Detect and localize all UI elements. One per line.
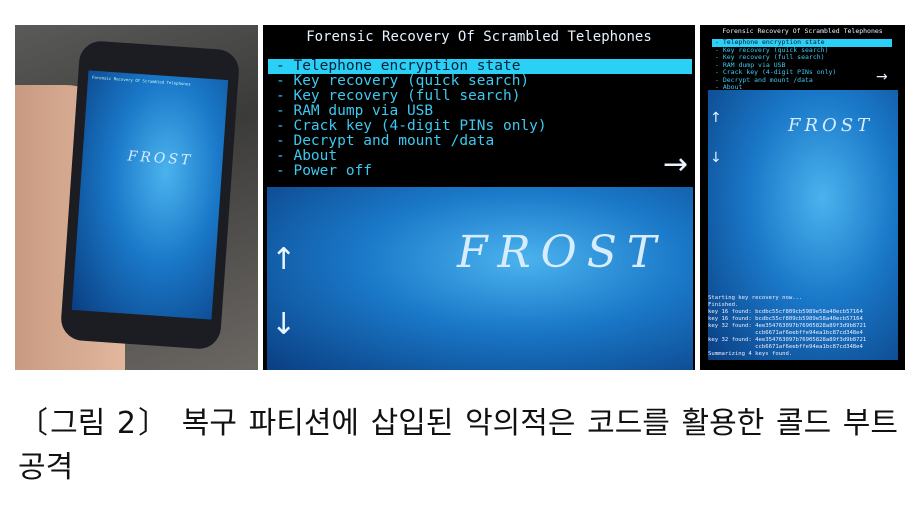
menu-item[interactable]: - Key recovery (full search) bbox=[268, 89, 692, 104]
key-recovery-screen: Forensic Recovery Of Scrambled Telephone… bbox=[700, 25, 905, 370]
menu-item[interactable]: - Key recovery (quick search) bbox=[268, 74, 692, 89]
frost-background: FROST ↑ ↓ bbox=[267, 187, 693, 370]
menu-list: - Telephone encryption state - Key recov… bbox=[268, 59, 692, 179]
menu-item-selected[interactable]: - Telephone encryption state bbox=[268, 59, 692, 74]
menu-item[interactable]: - RAM dump via USB bbox=[268, 104, 692, 119]
phone-screen: Forensic Recovery Of Scrambled Telephone… bbox=[71, 70, 229, 320]
menu-item[interactable]: - Crack key (4-digit PINs only) bbox=[268, 119, 692, 134]
arrow-down-icon[interactable]: ↓ bbox=[271, 307, 296, 342]
recovery-menu-screen: Forensic Recovery Of Scrambled Telephone… bbox=[263, 25, 695, 370]
menu-item[interactable]: - Decrypt and mount /data bbox=[268, 134, 692, 149]
menu-item[interactable]: - About bbox=[268, 149, 692, 164]
photo-phone-in-hand: Forensic Recovery Of Scrambled Telephone… bbox=[15, 25, 258, 370]
arrow-down-icon[interactable]: ↓ bbox=[710, 150, 722, 166]
arrow-right-icon[interactable]: → bbox=[663, 147, 688, 182]
menu-item[interactable]: - Power off bbox=[268, 164, 692, 179]
arrow-up-icon[interactable]: ↑ bbox=[710, 110, 722, 126]
frost-logo: FROST bbox=[788, 115, 874, 136]
recovery-log: Starting key recovery now... Finished. k… bbox=[708, 295, 867, 357]
frost-background: FROST ↑ ↓ Starting key recovery now... F… bbox=[708, 90, 898, 360]
menu-title: Forensic Recovery Of Scrambled Telephone… bbox=[306, 29, 652, 45]
menu-title: Forensic Recovery Of Scrambled Telephone… bbox=[722, 27, 883, 35]
phone: Forensic Recovery Of Scrambled Telephone… bbox=[59, 39, 241, 351]
arrow-right-icon[interactable]: → bbox=[876, 69, 888, 85]
frost-logo: FROST bbox=[457, 227, 667, 278]
arrow-up-icon[interactable]: ↑ bbox=[271, 242, 296, 277]
figure-caption: 〔그림 2〕 복구 파티션에 삽입된 악의적은 코드를 활용한 콜드 부트 공격 bbox=[18, 406, 898, 485]
